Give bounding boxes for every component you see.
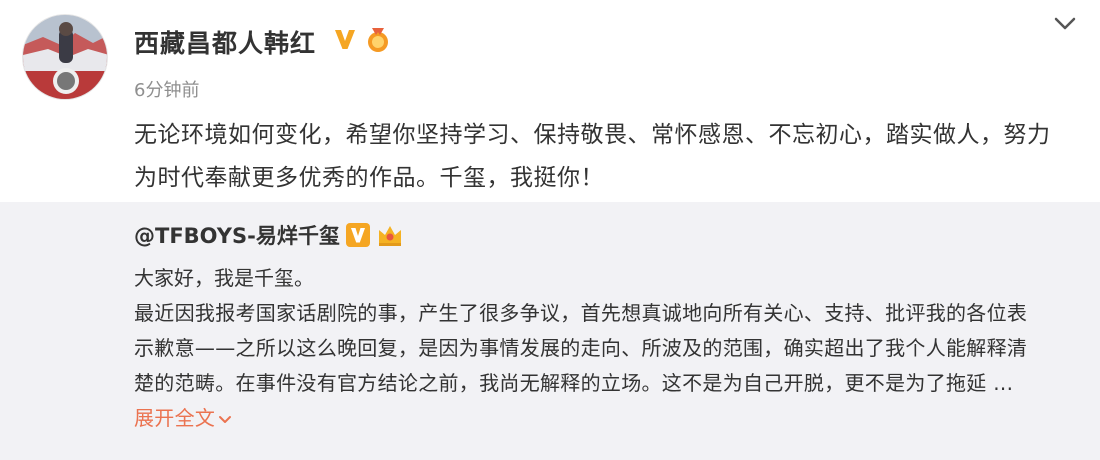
chevron-down-icon — [1054, 17, 1076, 30]
crown-icon — [378, 226, 401, 246]
weibo-post: 西藏昌都人韩红 6分钟前 无论环境如何变化，希望你坚持学习、保持敬畏、常怀感恩、… — [0, 0, 1100, 460]
repost-author[interactable]: @TFBOYS-易烊千玺 — [134, 220, 340, 250]
gold-medal-icon — [368, 28, 388, 52]
repost-body: 最近因我报考国家话剧院的事，产生了很多争议，首先想真诚地向所有关心、支持、批评我… — [134, 301, 1028, 395]
expand-full-text-link[interactable]: 展开全文 — [134, 406, 233, 430]
verified-v-icon — [335, 30, 355, 49]
repost-greeting: 大家好，我是千玺。 — [134, 266, 314, 290]
author-badges — [332, 26, 392, 54]
repost-text: 最近因我报考国家话剧院的事，产生了很多争议，首先想真诚地向所有关心、支持、批评我… — [134, 296, 1044, 436]
expand-label: 展开全文 — [134, 406, 216, 430]
repost-header: @TFBOYS-易烊千玺 — [134, 220, 404, 250]
reposted-content[interactable]: @TFBOYS-易烊千玺 大家好，我是千玺。 最近因我报考国家话剧院的事，产生了… — [0, 202, 1100, 460]
author-name[interactable]: 西藏昌都人韩红 — [134, 24, 316, 60]
avatar[interactable] — [22, 14, 108, 100]
post-time: 6分钟前 — [134, 80, 200, 101]
more-options-button[interactable] — [1052, 14, 1078, 34]
chevron-down-icon — [219, 415, 232, 423]
verified-v-icon — [345, 223, 370, 247]
post-text: 无论环境如何变化，希望你坚持学习、保持敬畏、常怀感恩、不忘初心，踏实做人，努力为… — [134, 122, 1051, 191]
